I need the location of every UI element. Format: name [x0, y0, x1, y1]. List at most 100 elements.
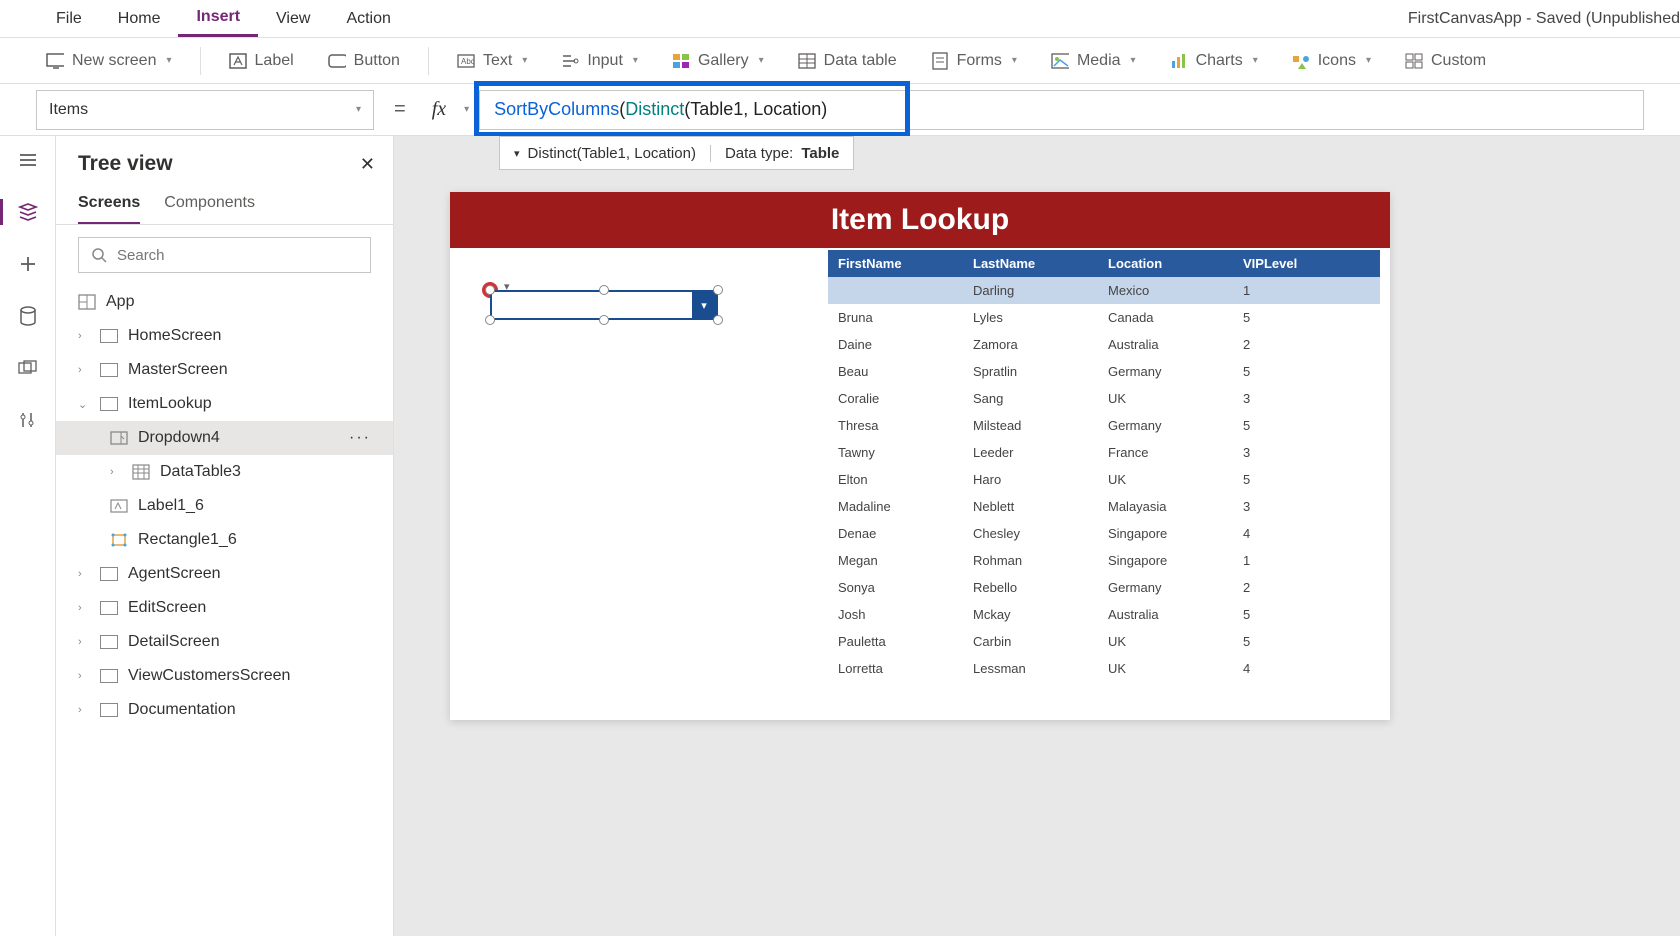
tree-item-app[interactable]: App [56, 285, 393, 319]
gallery-button[interactable]: Gallery▾ [658, 46, 778, 76]
table-row[interactable]: MadalineNeblettMalayasia3 [828, 493, 1380, 520]
more-icon[interactable]: ··· [349, 429, 379, 447]
charts-label: Charts [1196, 52, 1243, 70]
resize-handle[interactable] [713, 315, 723, 325]
tree-label: ViewCustomersScreen [128, 667, 290, 685]
col-location[interactable]: Location [1098, 250, 1233, 277]
data-table-button[interactable]: Data table [784, 46, 911, 76]
table-cell: Denae [828, 520, 963, 547]
formula-expand[interactable]: ▾ Distinct(Table1, Location) [500, 145, 711, 162]
expand-icon[interactable]: › [78, 636, 90, 648]
tab-screens[interactable]: Screens [78, 188, 140, 224]
expand-icon[interactable]: › [78, 568, 90, 580]
col-lastname[interactable]: LastName [963, 250, 1098, 277]
label-button[interactable]: Label [215, 46, 308, 76]
tree-item-dropdown4[interactable]: Dropdown4 ··· [56, 421, 393, 455]
tree-item-agentscreen[interactable]: ›AgentScreen [56, 557, 393, 591]
property-selector[interactable]: Items ▾ [36, 90, 374, 130]
new-screen-button[interactable]: New screen▾ [32, 46, 186, 76]
table-row[interactable]: DenaeChesleySingapore4 [828, 520, 1380, 547]
expand-icon[interactable]: › [78, 364, 90, 376]
media-rail-button[interactable] [16, 356, 40, 380]
main-area: Tree view ✕ Screens Components App ›Home… [0, 136, 1680, 936]
menu-file[interactable]: File [38, 2, 100, 36]
data-table[interactable]: FirstName LastName Location VIPLevel Dar… [828, 250, 1380, 682]
table-row[interactable]: EltonHaroUK5 [828, 466, 1380, 493]
data-button[interactable] [16, 304, 40, 328]
menu-action[interactable]: Action [328, 2, 408, 36]
table-row[interactable]: LorrettaLessmanUK4 [828, 655, 1380, 682]
expand-icon[interactable]: › [78, 602, 90, 614]
tree-item-label16[interactable]: Label1_6 [56, 489, 393, 523]
menu-view[interactable]: View [258, 2, 328, 36]
table-row[interactable]: TawnyLeederFrance3 [828, 439, 1380, 466]
table-row[interactable]: MeganRohmanSingapore1 [828, 547, 1380, 574]
expand-icon[interactable]: › [78, 704, 90, 716]
expand-icon[interactable]: › [78, 670, 90, 682]
screen-header: Item Lookup [450, 192, 1390, 248]
formula-result-bar: ▾ Distinct(Table1, Location) Data type: … [499, 136, 854, 170]
tree-item-homescreen[interactable]: ›HomeScreen [56, 319, 393, 353]
charts-icon [1170, 52, 1188, 70]
table-row[interactable]: BeauSpratlinGermany5 [828, 358, 1380, 385]
table-row[interactable]: BrunaLylesCanada5 [828, 304, 1380, 331]
dropdown-control[interactable]: ✕ ▾ ▾ [490, 290, 718, 320]
forms-button[interactable]: Forms▾ [917, 46, 1031, 76]
custom-button[interactable]: Custom [1391, 46, 1500, 76]
resize-handle[interactable] [713, 285, 723, 295]
col-viplevel[interactable]: VIPLevel [1233, 250, 1380, 277]
table-body: DarlingMexico1BrunaLylesCanada5DaineZamo… [828, 277, 1380, 682]
table-row[interactable]: ThresaMilsteadGermany5 [828, 412, 1380, 439]
table-row[interactable]: DarlingMexico1 [828, 277, 1380, 304]
button-button[interactable]: Button [314, 46, 414, 76]
tree-item-itemlookup[interactable]: ⌄ItemLookup [56, 387, 393, 421]
icons-button[interactable]: Icons▾ [1278, 46, 1385, 76]
collapse-icon[interactable]: ⌄ [78, 398, 90, 411]
resize-handle[interactable] [485, 315, 495, 325]
tab-components[interactable]: Components [164, 188, 255, 224]
tree-item-masterscreen[interactable]: ›MasterScreen [56, 353, 393, 387]
table-row[interactable]: CoralieSangUK3 [828, 385, 1380, 412]
text-button[interactable]: Abc Text▾ [443, 46, 541, 76]
table-row[interactable]: DaineZamoraAustralia2 [828, 331, 1380, 358]
input-button[interactable]: Input▾ [547, 46, 652, 76]
tree-item-detailscreen[interactable]: ›DetailScreen [56, 625, 393, 659]
tree-search[interactable] [78, 237, 371, 273]
text-label: Text [483, 52, 512, 70]
menu-home[interactable]: Home [100, 2, 179, 36]
table-row[interactable]: SonyaRebelloGermany2 [828, 574, 1380, 601]
table-row[interactable]: PaulettaCarbinUK5 [828, 628, 1380, 655]
formula-args: (Table1, Location) [684, 99, 827, 120]
resize-handle[interactable] [599, 315, 609, 325]
table-row[interactable]: JoshMckayAustralia5 [828, 601, 1380, 628]
tree-item-editscreen[interactable]: ›EditScreen [56, 591, 393, 625]
table-cell: Bruna [828, 304, 963, 331]
add-button[interactable] [16, 252, 40, 276]
expand-icon[interactable]: › [78, 330, 90, 342]
resize-handle[interactable] [599, 285, 609, 295]
media-button[interactable]: Media▾ [1037, 46, 1150, 76]
expand-icon[interactable]: › [110, 466, 122, 478]
search-input[interactable] [117, 247, 358, 264]
app-title: FirstCanvasApp - Saved (Unpublished [1408, 10, 1680, 28]
menu-insert[interactable]: Insert [178, 0, 258, 37]
tree-view-button[interactable] [16, 200, 40, 224]
chevron-down-icon: ▾ [514, 147, 520, 160]
hamburger-button[interactable] [16, 148, 40, 172]
formula-input[interactable]: SortByColumns(Distinct(Table1, Location) [479, 90, 1644, 130]
chevron-down-icon[interactable]: ▾ [464, 104, 469, 115]
dropdown-arrow-icon[interactable]: ▾ [692, 292, 716, 318]
resize-handle[interactable] [485, 285, 495, 295]
tree-item-rectangle16[interactable]: Rectangle1_6 [56, 523, 393, 557]
close-icon[interactable]: ✕ [360, 154, 375, 175]
settings-rail-button[interactable] [16, 408, 40, 432]
table-cell: 3 [1233, 385, 1380, 412]
canvas[interactable]: Item Lookup ✕ ▾ ▾ FirstName LastName [394, 136, 1680, 936]
charts-button[interactable]: Charts▾ [1156, 46, 1272, 76]
col-firstname[interactable]: FirstName [828, 250, 963, 277]
tree-item-datatable3[interactable]: ›DataTable3 [56, 455, 393, 489]
table-cell: Spratlin [963, 358, 1098, 385]
tree-item-viewcustomersscreen[interactable]: › ViewCustomersScreen [56, 659, 393, 693]
tree-item-documentation[interactable]: ›Documentation [56, 693, 393, 727]
table-cell: 4 [1233, 655, 1380, 682]
